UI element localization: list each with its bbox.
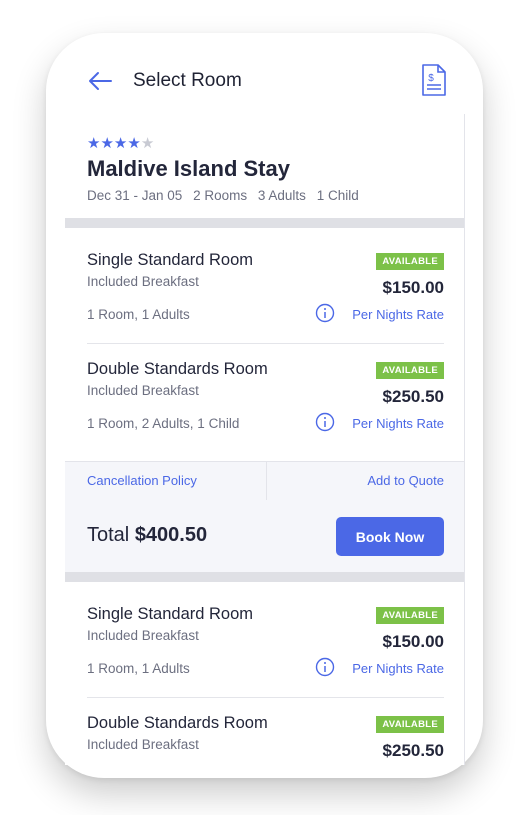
row-separator: [87, 343, 444, 344]
room-price: $250.50: [382, 387, 444, 406]
per-night-rate-link[interactable]: Per Nights Rate: [352, 416, 444, 431]
total-summary: Total $400.50: [87, 524, 207, 547]
total-bar: Total $400.50 Book Now: [65, 500, 464, 572]
hotel-name: Maldive Island Stay: [87, 156, 290, 181]
room-price: $150.00: [382, 632, 444, 651]
row-separator: [87, 697, 444, 698]
info-icon[interactable]: [315, 657, 335, 677]
action-separator: [266, 462, 267, 500]
room-card[interactable]: Double Standards Room Included Breakfast…: [65, 345, 464, 453]
star-rating: ★★★★★: [87, 134, 154, 152]
per-night-rate-link[interactable]: Per Nights Rate: [352, 307, 444, 322]
cancellation-policy-link[interactable]: Cancellation Policy: [87, 473, 197, 488]
room-occupancy: 1 Room, 1 Adults: [87, 661, 190, 676]
info-icon[interactable]: [315, 412, 335, 432]
room-meal-plan: Included Breakfast: [87, 274, 199, 289]
book-now-button[interactable]: Book Now: [336, 517, 444, 556]
back-arrow-icon[interactable]: [87, 68, 113, 94]
svg-text:$: $: [428, 73, 434, 84]
page-title: Select Room: [133, 70, 242, 91]
availability-badge: AVAILABLE: [376, 607, 444, 624]
room-card[interactable]: Single Standard Room Included Breakfast …: [65, 236, 464, 344]
total-label: Total: [87, 524, 130, 546]
availability-badge: AVAILABLE: [376, 362, 444, 379]
room-occupancy: 1 Room, 2 Adults, 1 Child: [87, 416, 240, 431]
scrollbar: [464, 114, 465, 765]
booking-details: Dec 31 - Jan 05 2 Rooms 3 Adults 1 Child: [87, 188, 366, 203]
section-divider: [65, 572, 464, 582]
hotel-summary: ★★★★★ Maldive Island Stay Dec 31 - Jan 0…: [65, 114, 464, 218]
room-name: Double Standards Room: [87, 714, 268, 732]
room-count: 2 Rooms: [193, 188, 248, 203]
room-price: $150.00: [382, 278, 444, 297]
star-empty-icon: ★: [140, 135, 155, 152]
room-card[interactable]: Single Standard Room Included Breakfast …: [65, 590, 464, 698]
room-name: Single Standard Room: [87, 251, 254, 269]
per-night-rate-link[interactable]: Per Nights Rate: [352, 661, 444, 676]
room-meal-plan: Included Breakfast: [87, 628, 199, 643]
adult-count: 3 Adults: [257, 188, 306, 203]
quote-document-icon[interactable]: $: [421, 64, 447, 96]
child-count: 1 Child: [316, 188, 359, 203]
availability-badge: AVAILABLE: [376, 253, 444, 270]
star-icon: ★: [127, 135, 141, 152]
room-price: $250.50: [382, 741, 444, 760]
date-range: Dec 31 - Jan 05: [87, 188, 183, 203]
room-name: Single Standard Room: [87, 605, 254, 623]
star-icon: ★: [100, 135, 114, 152]
quote-actions: Cancellation Policy Add to Quote: [65, 461, 464, 501]
room-occupancy: 1 Room, 1 Adults: [87, 307, 190, 322]
total-price: $400.50: [134, 524, 208, 546]
star-icon: ★: [87, 135, 101, 152]
availability-badge: AVAILABLE: [376, 716, 444, 733]
room-name: Double Standards Room: [87, 360, 268, 378]
star-icon: ★: [113, 135, 128, 152]
info-icon[interactable]: [315, 303, 335, 323]
app-screen: Select Room $ ★★★★★ Maldive Island Stay …: [65, 50, 465, 765]
header: Select Room $: [65, 50, 465, 114]
room-meal-plan: Included Breakfast: [87, 383, 199, 398]
add-to-quote-link[interactable]: Add to Quote: [367, 473, 444, 488]
section-divider: [65, 218, 464, 228]
room-card[interactable]: Double Standards Room Included Breakfast…: [65, 699, 464, 765]
room-meal-plan: Included Breakfast: [87, 737, 199, 752]
